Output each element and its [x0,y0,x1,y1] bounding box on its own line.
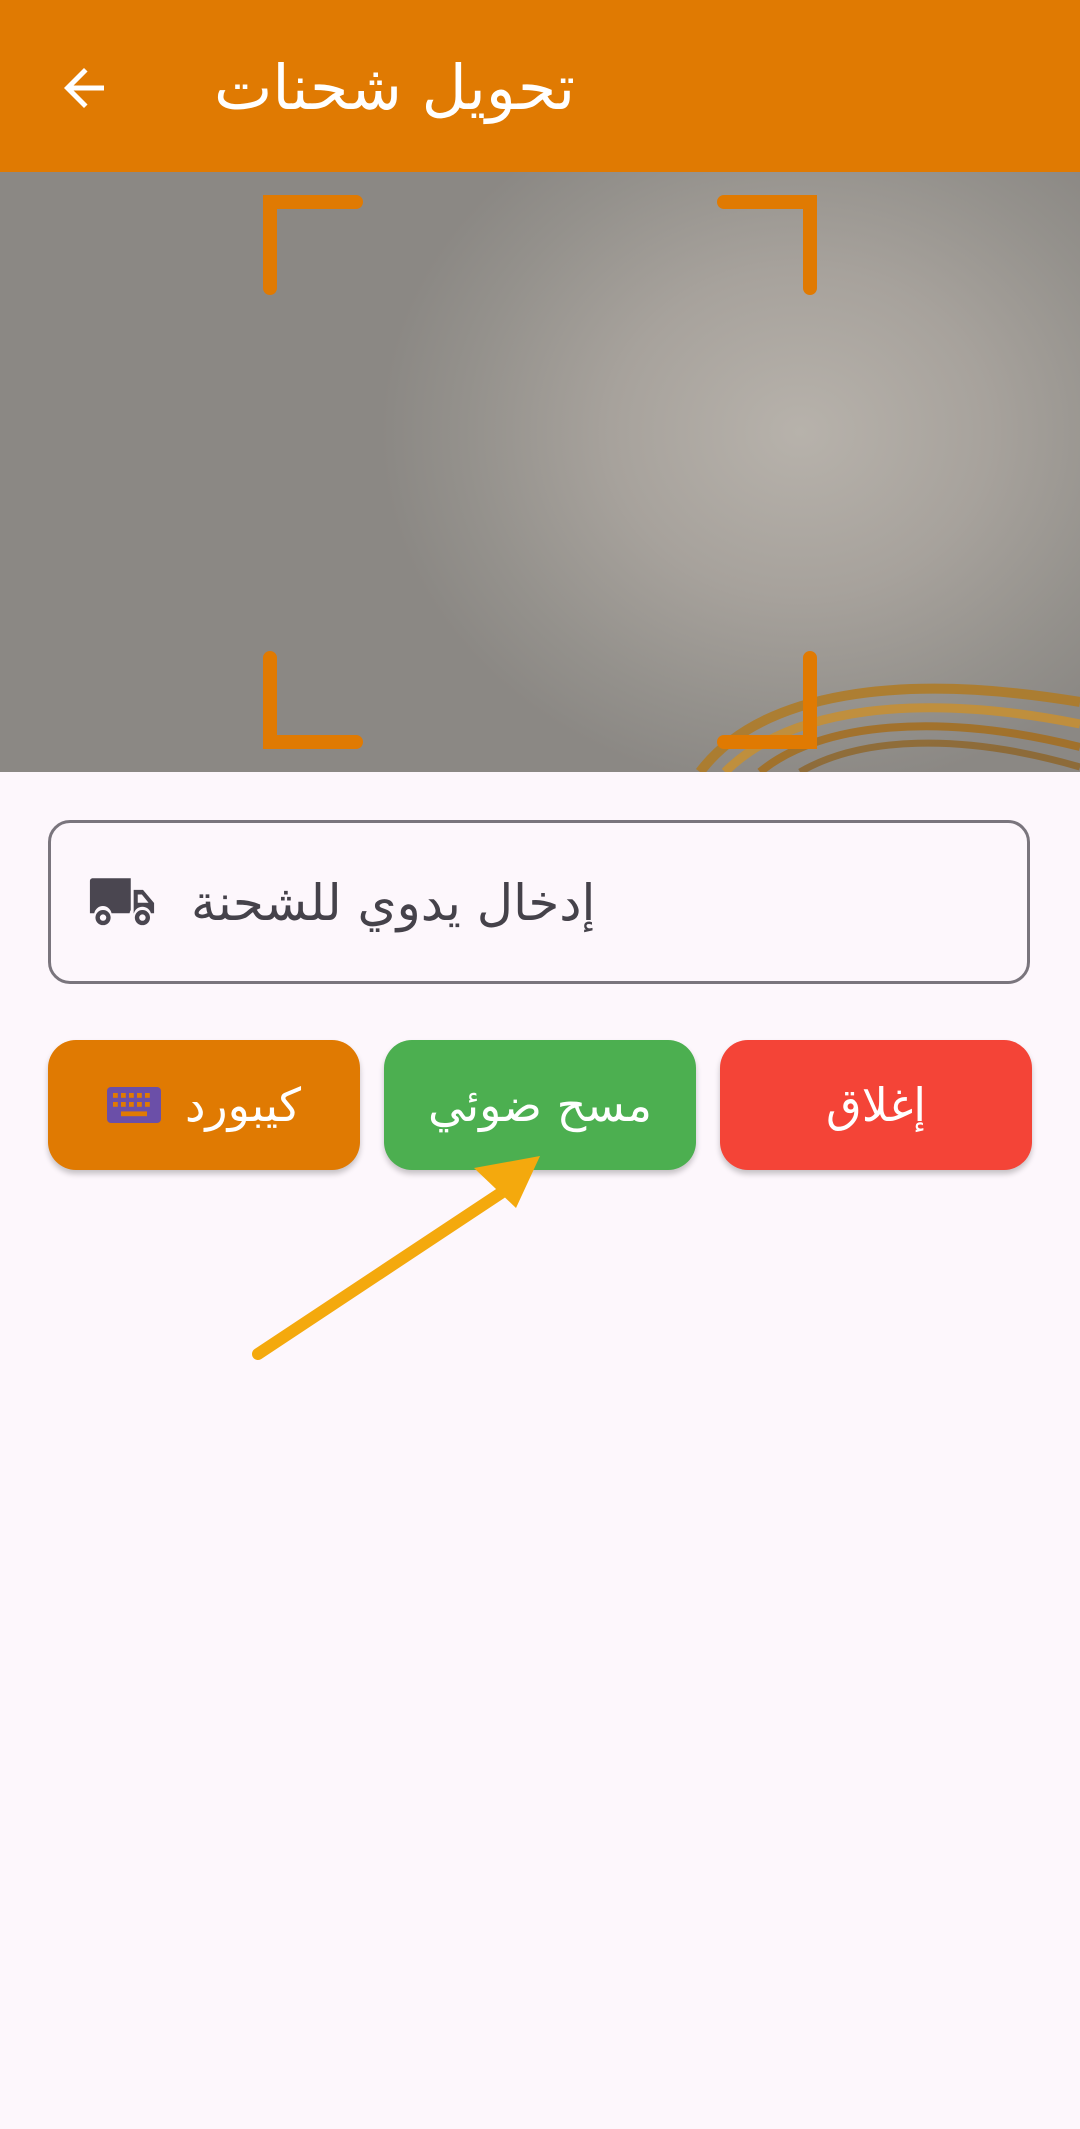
scan-frame [263,195,817,749]
manual-shipment-entry-field[interactable]: إدخال يدوي للشحنة [48,820,1030,984]
close-button[interactable]: إغلاق [720,1040,1032,1170]
app-bar: تحويل شحنات [0,0,1080,172]
camera-scene [263,195,1080,772]
scan-button[interactable]: مسح ضوئي [384,1040,696,1170]
keyboard-button[interactable]: كيبورد [48,1040,360,1170]
scan-corner-bottom-left [263,651,363,749]
arrow-left-icon [64,68,104,108]
back-button[interactable] [40,44,128,132]
scan-corner-top-right [717,195,817,295]
scan-corner-top-left [263,195,363,295]
truck-icon [89,878,155,926]
camera-preview [0,172,1080,772]
page-title: تحويل شحنات [214,51,576,124]
manual-entry-label: إدخال يدوي للشحنة [191,874,596,932]
scan-button-label: مسح ضوئي [428,1078,652,1132]
keyboard-button-label: كيبورد [184,1078,302,1132]
close-button-label: إغلاق [826,1078,926,1132]
app-screen: تحويل شحنات إدخال يدوي للشحنة كيبورد مسح… [0,0,1080,2129]
keyboard-icon [106,1087,161,1123]
